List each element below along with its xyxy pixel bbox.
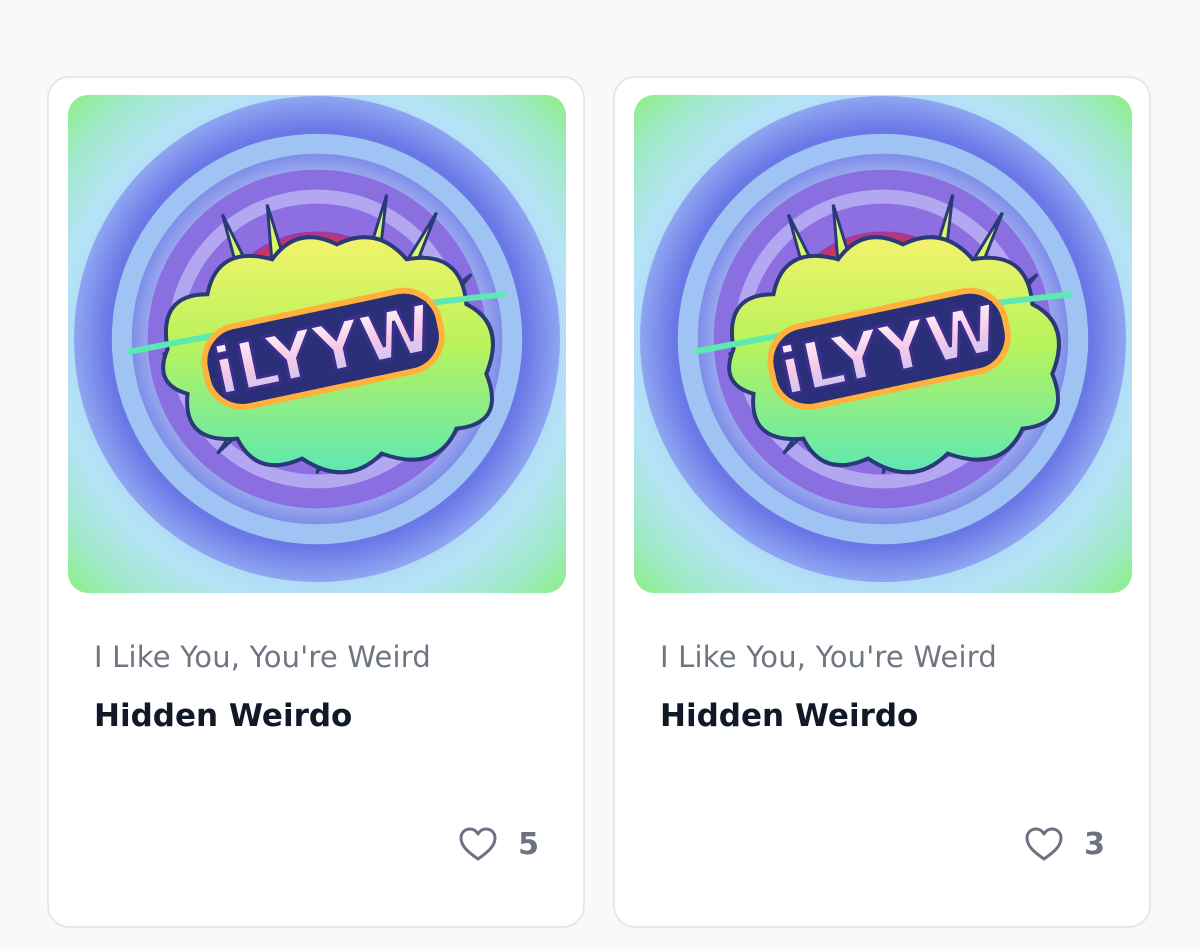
like-button[interactable]: 5 bbox=[458, 824, 539, 864]
like-button[interactable]: 3 bbox=[1024, 824, 1105, 864]
heart-outline-icon[interactable] bbox=[1024, 826, 1064, 862]
item-name[interactable]: Hidden Weirdo bbox=[94, 698, 352, 734]
nft-artwork-image[interactable]: iLYYW bbox=[634, 95, 1132, 593]
item-name[interactable]: Hidden Weirdo bbox=[660, 698, 918, 734]
nft-card[interactable]: iLYYW I Like You, You're Weird Hidden We… bbox=[47, 76, 585, 928]
heart-outline-icon[interactable] bbox=[458, 826, 498, 862]
nft-card[interactable]: iLYYW I Like You, You're Weird Hidden We… bbox=[613, 76, 1151, 928]
nft-artwork-image[interactable]: iLYYW bbox=[68, 95, 566, 593]
artwork-graphic: iLYYW bbox=[68, 95, 566, 593]
collection-name[interactable]: I Like You, You're Weird bbox=[660, 640, 997, 674]
artwork-graphic: iLYYW bbox=[634, 95, 1132, 593]
like-count: 3 bbox=[1084, 826, 1105, 862]
collection-name[interactable]: I Like You, You're Weird bbox=[94, 640, 431, 674]
like-count: 5 bbox=[518, 826, 539, 862]
